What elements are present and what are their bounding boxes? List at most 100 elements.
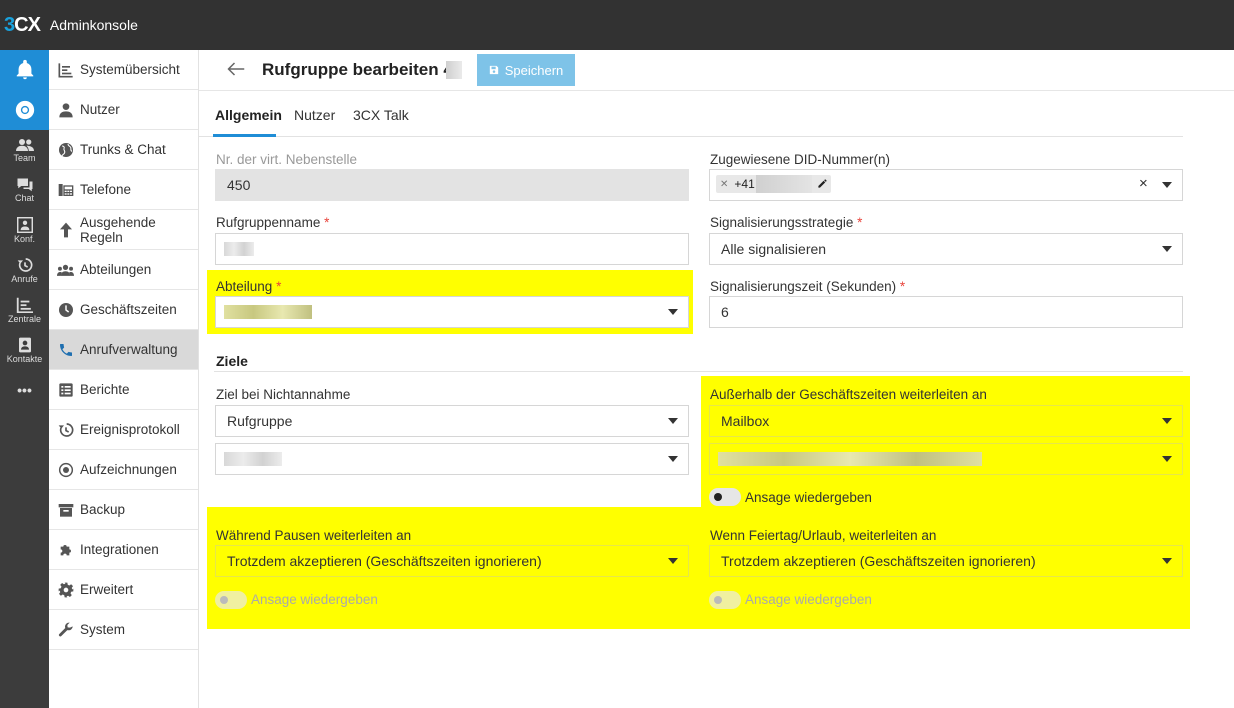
- pencil-icon[interactable]: [817, 178, 828, 192]
- rail-more[interactable]: •••: [0, 370, 49, 410]
- phone-icon: [57, 341, 74, 358]
- arrow-up-icon: [57, 221, 74, 238]
- tab-3cx-talk[interactable]: 3CX Talk: [353, 107, 409, 123]
- did-chip[interactable]: ✕ +41: [716, 175, 831, 193]
- nav-item-geschaeftszeiten[interactable]: Geschäftszeiten: [49, 290, 198, 330]
- holiday-announce-label: Ansage wiedergeben: [745, 592, 872, 607]
- rail-switchboard[interactable]: Zentrale: [0, 290, 49, 330]
- redacted-name: [224, 242, 254, 256]
- chevron-down-icon: [1162, 456, 1172, 462]
- back-button[interactable]: [227, 61, 245, 80]
- active-tab-indicator: [213, 134, 276, 137]
- nav-item-anrufverwaltung[interactable]: Anrufverwaltung: [49, 330, 198, 370]
- section-divider: [214, 371, 1183, 372]
- breaks-select[interactable]: Trotzdem akzeptieren (Geschäftszeiten ig…: [215, 545, 689, 577]
- chevron-down-icon: [1162, 182, 1172, 188]
- section-title-ziele: Ziele: [216, 353, 248, 369]
- holiday-select[interactable]: Trotzdem akzeptieren (Geschäftszeiten ig…: [709, 545, 1183, 577]
- rail-chat[interactable]: Chat: [0, 170, 49, 210]
- nav-item-berichte[interactable]: Berichte: [49, 370, 198, 410]
- nav-item-abteilungen[interactable]: Abteilungen: [49, 250, 198, 290]
- ring-time-label: Signalisierungszeit (Sekunden) *: [710, 279, 906, 294]
- department-label: Abteilung *: [216, 279, 282, 294]
- contacts-icon: [18, 337, 31, 352]
- chevron-down-icon: [668, 558, 678, 564]
- strategy-select[interactable]: Alle signalisieren: [709, 233, 1183, 265]
- nav-item-telefone[interactable]: Telefone: [49, 170, 198, 210]
- outside-hours-target-select[interactable]: [709, 443, 1183, 475]
- web-client-button[interactable]: [0, 90, 49, 130]
- strategy-label: Signalisierungsstrategie *: [710, 215, 863, 230]
- tab-allgemein[interactable]: Allgemein: [215, 107, 282, 123]
- more-icon: •••: [17, 382, 32, 398]
- holiday-label: Wenn Feiertag/Urlaub, weiterleiten an: [710, 528, 937, 543]
- nav-item-aufzeichnungen[interactable]: Aufzeichnungen: [49, 450, 198, 490]
- arrow-left-icon: [227, 62, 245, 76]
- did-clear-icon[interactable]: ×: [1139, 175, 1148, 192]
- did-label: Zugewiesene DID-Nummer(n): [710, 152, 891, 167]
- group-name-label: Rufgruppenname *: [216, 215, 330, 230]
- redacted-mailbox: [718, 452, 982, 466]
- nav-item-backup[interactable]: Backup: [49, 490, 198, 530]
- outside-hours-announce-label: Ansage wiedergeben: [745, 490, 872, 505]
- rail-contacts[interactable]: Kontakte: [0, 330, 49, 370]
- chevron-down-icon: [668, 418, 678, 424]
- chip-remove-icon[interactable]: ✕: [720, 179, 728, 190]
- reports-icon: [57, 381, 74, 398]
- nav-item-system[interactable]: System: [49, 610, 198, 650]
- nav-item-ereignisprotokoll[interactable]: Ereignisprotokoll: [49, 410, 198, 450]
- user-icon: [57, 101, 74, 118]
- no-answer-select[interactable]: Rufgruppe: [215, 405, 689, 437]
- rail-calls[interactable]: Anrufe: [0, 250, 49, 290]
- redacted-did: [756, 175, 812, 193]
- chevron-down-icon: [1162, 246, 1172, 252]
- app-logo[interactable]: 3CX: [4, 14, 41, 37]
- nav-item-integrationen[interactable]: Integrationen: [49, 530, 198, 570]
- floppy-icon: [489, 65, 498, 75]
- team-icon: [15, 138, 34, 151]
- groups-icon: [57, 261, 74, 278]
- breaks-label: Während Pausen weiterleiten an: [216, 528, 412, 543]
- icon-rail: Team Chat Konf. Anrufe Zentrale Kontakte…: [0, 50, 49, 708]
- nav-item-systemuebersicht[interactable]: Systemübersicht: [49, 50, 198, 90]
- bell-icon: [16, 59, 33, 80]
- top-bar: 3CX Adminkonsole: [0, 0, 1234, 50]
- department-select[interactable]: [215, 296, 689, 328]
- archive-icon: [57, 501, 74, 518]
- chevron-down-icon: [1162, 418, 1172, 424]
- holiday-announce-toggle[interactable]: [709, 591, 741, 609]
- nav-item-nutzer[interactable]: Nutzer: [49, 90, 198, 130]
- wrench-icon: [57, 621, 74, 638]
- redacted-target: [224, 452, 282, 466]
- globe-icon: [57, 141, 74, 158]
- group-name-input[interactable]: [215, 233, 689, 265]
- ring-time-input[interactable]: 6: [709, 296, 1183, 328]
- outside-hours-select[interactable]: Mailbox: [709, 405, 1183, 437]
- breaks-announce-toggle[interactable]: [215, 591, 247, 609]
- phones-icon: [57, 181, 74, 198]
- nav-item-trunks-chat[interactable]: Trunks & Chat: [49, 130, 198, 170]
- no-answer-target-select[interactable]: [215, 443, 689, 475]
- record-icon: [57, 461, 74, 478]
- notifications-button[interactable]: [0, 50, 49, 90]
- tab-nutzer[interactable]: Nutzer: [294, 107, 335, 123]
- chevron-down-icon: [668, 456, 678, 462]
- page-header: Rufgruppe bearbeiten 4 Speichern: [199, 50, 1234, 91]
- redacted-title-suffix: [446, 61, 462, 79]
- no-answer-label: Ziel bei Nichtannahme: [216, 387, 351, 402]
- conference-icon: [16, 216, 33, 233]
- app-title: Adminkonsole: [49, 17, 138, 33]
- ext-number-label: Nr. der virt. Nebenstelle: [216, 152, 358, 167]
- chevron-down-icon: [1162, 558, 1172, 564]
- chevron-down-icon: [668, 309, 678, 315]
- nav-item-erweitert[interactable]: Erweitert: [49, 570, 198, 610]
- save-button[interactable]: Speichern: [477, 54, 575, 86]
- gear-icon: [57, 581, 74, 598]
- ext-number-field: 450: [215, 169, 689, 201]
- outside-hours-announce-toggle[interactable]: [709, 488, 741, 506]
- rail-conference[interactable]: Konf.: [0, 210, 49, 250]
- chat-icon: [17, 178, 32, 192]
- nav-item-ausgehende-regeln[interactable]: Ausgehende Regeln: [49, 210, 198, 250]
- clock-icon: [57, 301, 74, 318]
- rail-team[interactable]: Team: [0, 130, 49, 170]
